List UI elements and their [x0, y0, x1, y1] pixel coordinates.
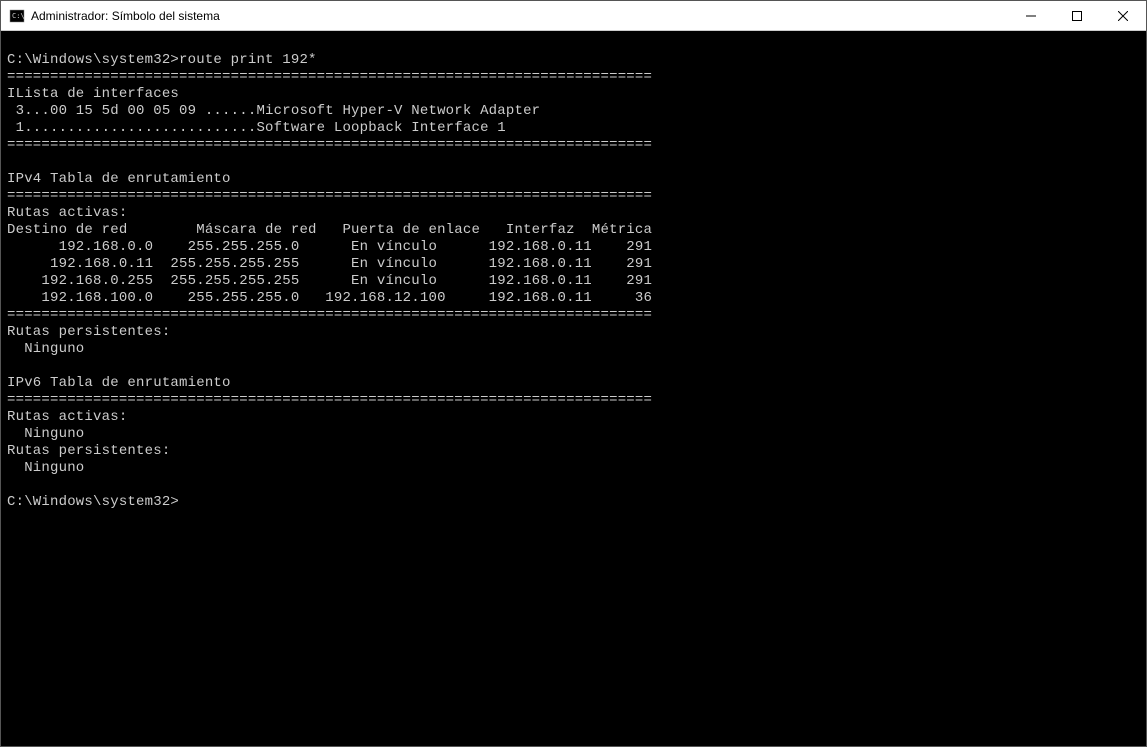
- cmd-icon: C:\: [9, 8, 25, 24]
- none-text: Ninguno: [7, 460, 84, 476]
- route-row: 192.168.100.0 255.255.255.0 192.168.12.1…: [7, 290, 652, 306]
- maximize-button[interactable]: [1054, 1, 1100, 30]
- close-button[interactable]: [1100, 1, 1146, 30]
- routes-persist: Rutas persistentes:: [7, 324, 170, 340]
- svg-text:C:\: C:\: [12, 12, 25, 20]
- window-titlebar: C:\ Administrador: Símbolo del sistema: [1, 1, 1146, 31]
- routes-persist: Rutas persistentes:: [7, 443, 170, 459]
- iface-row: 3...00 15 5d 00 05 09 ......Microsoft Hy…: [7, 103, 540, 119]
- separator: ========================================…: [7, 137, 652, 153]
- route-row: 192.168.0.11 255.255.255.255 En vínculo …: [7, 256, 652, 272]
- prompt-line: C:\Windows\system32>route print 192*: [7, 52, 317, 68]
- ipv4-title: IPv4 Tabla de enrutamiento: [7, 171, 231, 187]
- iface-header: ILista de interfaces: [7, 86, 179, 102]
- route-row: 192.168.0.0 255.255.255.0 En vínculo 192…: [7, 239, 652, 255]
- separator: ========================================…: [7, 392, 652, 408]
- titlebar-left: C:\ Administrador: Símbolo del sistema: [1, 8, 220, 24]
- separator: ========================================…: [7, 69, 652, 85]
- none-text: Ninguno: [7, 426, 84, 442]
- window-title: Administrador: Símbolo del sistema: [31, 9, 220, 23]
- window-controls: [1008, 1, 1146, 30]
- separator: ========================================…: [7, 307, 652, 323]
- separator: ========================================…: [7, 188, 652, 204]
- ipv6-title: IPv6 Tabla de enrutamiento: [7, 375, 231, 391]
- command-text: route print 192*: [179, 52, 317, 68]
- prompt: C:\Windows\system32>: [7, 52, 179, 68]
- routes-active: Rutas activas:: [7, 205, 127, 221]
- iface-row: 1...........................Software Loo…: [7, 120, 506, 136]
- route-row: 192.168.0.255 255.255.255.255 En vínculo…: [7, 273, 652, 289]
- minimize-button[interactable]: [1008, 1, 1054, 30]
- console-output[interactable]: C:\Windows\system32>route print 192* ===…: [1, 31, 1146, 746]
- none-text: Ninguno: [7, 341, 84, 357]
- prompt: C:\Windows\system32>: [7, 494, 179, 510]
- routes-header: Destino de red Máscara de red Puerta de …: [7, 222, 652, 238]
- routes-active: Rutas activas:: [7, 409, 127, 425]
